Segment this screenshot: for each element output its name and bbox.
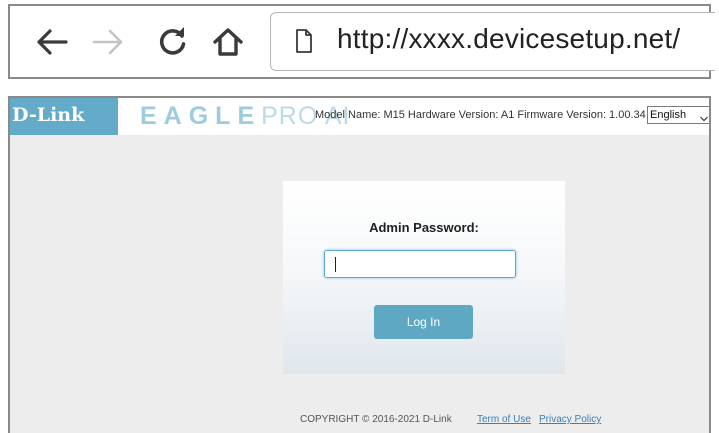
url-text[interactable]: http://xxxx.devicesetup.net/: [337, 23, 680, 55]
language-select[interactable]: English: [647, 106, 709, 127]
page-footer: COPYRIGHT © 2016-2021 D-Link Term of Use…: [10, 414, 709, 428]
privacy-policy-link[interactable]: Privacy Policy: [539, 414, 601, 425]
page-header: D-Link EAGLEPRO AI Model Name: M15 Hardw…: [10, 98, 709, 135]
text-cursor: [335, 257, 336, 272]
password-input[interactable]: [324, 250, 516, 278]
chevron-down-icon: [700, 111, 708, 127]
reload-icon[interactable]: [153, 22, 193, 62]
login-button[interactable]: Log In: [374, 305, 473, 339]
forward-arrow-icon[interactable]: [88, 22, 128, 62]
login-panel: Admin Password: Log In: [283, 181, 565, 374]
language-value: English: [650, 109, 687, 121]
page-icon: [295, 29, 313, 58]
copyright-text: COPYRIGHT © 2016-2021 D-Link: [300, 414, 452, 425]
home-icon[interactable]: [208, 22, 248, 62]
browser-toolbar: http://xxxx.devicesetup.net/: [8, 4, 715, 79]
term-of-use-link[interactable]: Term of Use: [477, 414, 531, 425]
device-info: Model Name: M15 Hardware Version: A1 Fir…: [315, 109, 646, 121]
dlink-logo: D-Link: [10, 98, 118, 135]
product-name-bold: EAGLE: [140, 102, 262, 130]
router-web-ui: D-Link EAGLEPRO AI Model Name: M15 Hardw…: [8, 96, 711, 433]
address-bar[interactable]: http://xxxx.devicesetup.net/: [270, 12, 715, 71]
back-arrow-icon[interactable]: [32, 22, 72, 62]
admin-password-label: Admin Password:: [369, 220, 479, 235]
